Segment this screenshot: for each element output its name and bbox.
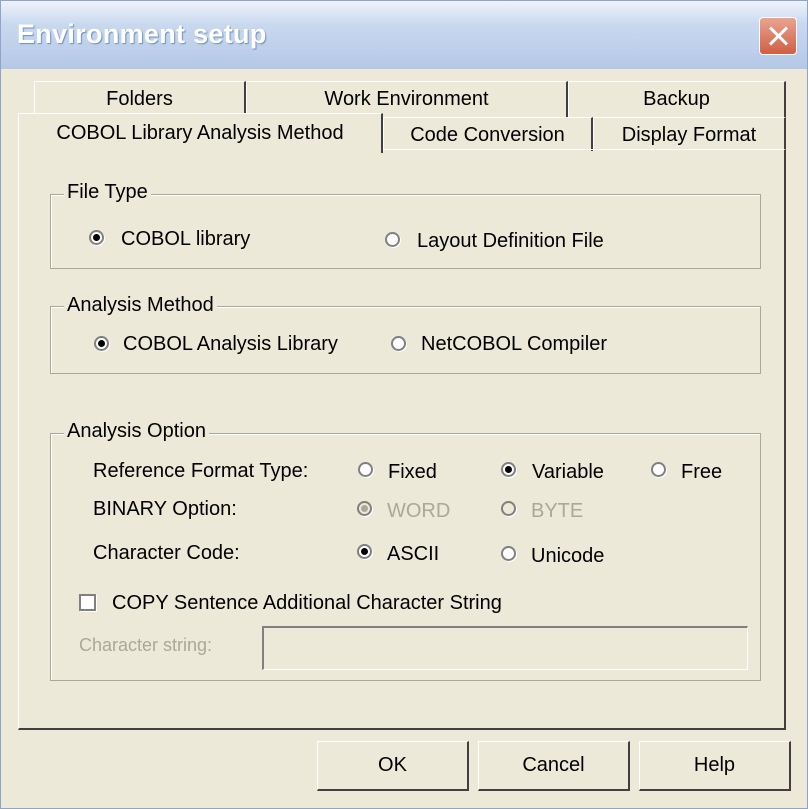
character-code-label: Character Code: bbox=[93, 542, 240, 564]
file-type-cobol-library-label: COBOL library bbox=[121, 228, 251, 250]
character-code-ascii-label: ASCII bbox=[387, 543, 440, 565]
title-bar: Environment setup bbox=[1, 1, 807, 69]
analysis-method-netcobol-compiler-radio[interactable] bbox=[391, 336, 406, 351]
cancel-button[interactable]: Cancel bbox=[478, 741, 630, 791]
reference-format-variable-label: Variable bbox=[532, 461, 604, 483]
copy-sentence-label: COPY Sentence Additional Character Strin… bbox=[112, 592, 502, 614]
tab-label: Backup bbox=[643, 88, 710, 110]
environment-setup-dialog: Environment setup Folders Work Environme… bbox=[0, 0, 808, 809]
reference-format-fixed-radio[interactable] bbox=[358, 462, 373, 477]
close-icon[interactable] bbox=[759, 17, 797, 55]
analysis-method-cobol-analysis-library-label: COBOL Analysis Library bbox=[123, 333, 338, 355]
dialog-title: Environment setup bbox=[17, 19, 267, 49]
ok-button[interactable]: OK bbox=[317, 741, 469, 791]
tab-label: Display Format bbox=[621, 124, 757, 146]
tab-folders[interactable]: Folders bbox=[34, 81, 246, 117]
tab-display-format[interactable]: Display Format bbox=[593, 117, 786, 151]
tab-label: Work Environment bbox=[324, 88, 489, 110]
reference-format-type-label: Reference Format Type: bbox=[93, 460, 309, 482]
binary-option-byte-radio[interactable] bbox=[501, 501, 516, 516]
file-type-layout-definition-label: Layout Definition File bbox=[417, 230, 604, 252]
file-type-cobol-library-radio[interactable] bbox=[89, 230, 104, 245]
copy-sentence-checkbox[interactable] bbox=[79, 594, 96, 611]
file-type-title: File Type bbox=[64, 181, 151, 204]
reference-format-fixed-label: Fixed bbox=[388, 461, 437, 483]
binary-option-byte-label: BYTE bbox=[531, 500, 584, 522]
tab-work-environment[interactable]: Work Environment bbox=[246, 81, 568, 117]
binary-option-word-radio[interactable] bbox=[357, 501, 372, 516]
analysis-method-title: Analysis Method bbox=[64, 294, 217, 317]
reference-format-free-label: Free bbox=[681, 461, 723, 483]
reference-format-variable-radio[interactable] bbox=[501, 462, 516, 477]
tab-code-conversion[interactable]: Code Conversion bbox=[383, 117, 593, 151]
character-string-field[interactable] bbox=[262, 626, 748, 670]
analysis-method-cobol-analysis-library-radio[interactable] bbox=[94, 336, 109, 351]
analysis-option-title: Analysis Option bbox=[64, 420, 209, 443]
help-button[interactable]: Help bbox=[639, 741, 791, 791]
tab-label: COBOL Library Analysis Method bbox=[56, 122, 344, 144]
tab-backup[interactable]: Backup bbox=[568, 81, 786, 117]
character-code-unicode-label: Unicode bbox=[531, 545, 605, 567]
tab-label: Code Conversion bbox=[410, 124, 565, 146]
binary-option-label: BINARY Option: bbox=[93, 498, 237, 520]
character-code-unicode-radio[interactable] bbox=[501, 546, 516, 561]
tab-label: Folders bbox=[106, 88, 173, 110]
binary-option-word-label: WORD bbox=[387, 500, 451, 522]
character-code-ascii-radio[interactable] bbox=[357, 544, 372, 559]
analysis-method-netcobol-compiler-label: NetCOBOL Compiler bbox=[421, 333, 607, 355]
reference-format-free-radio[interactable] bbox=[651, 462, 666, 477]
tab-cobol-library-analysis-method[interactable]: COBOL Library Analysis Method bbox=[18, 113, 383, 153]
file-type-layout-definition-radio[interactable] bbox=[385, 232, 400, 247]
character-string-label: Character string: bbox=[79, 635, 213, 655]
